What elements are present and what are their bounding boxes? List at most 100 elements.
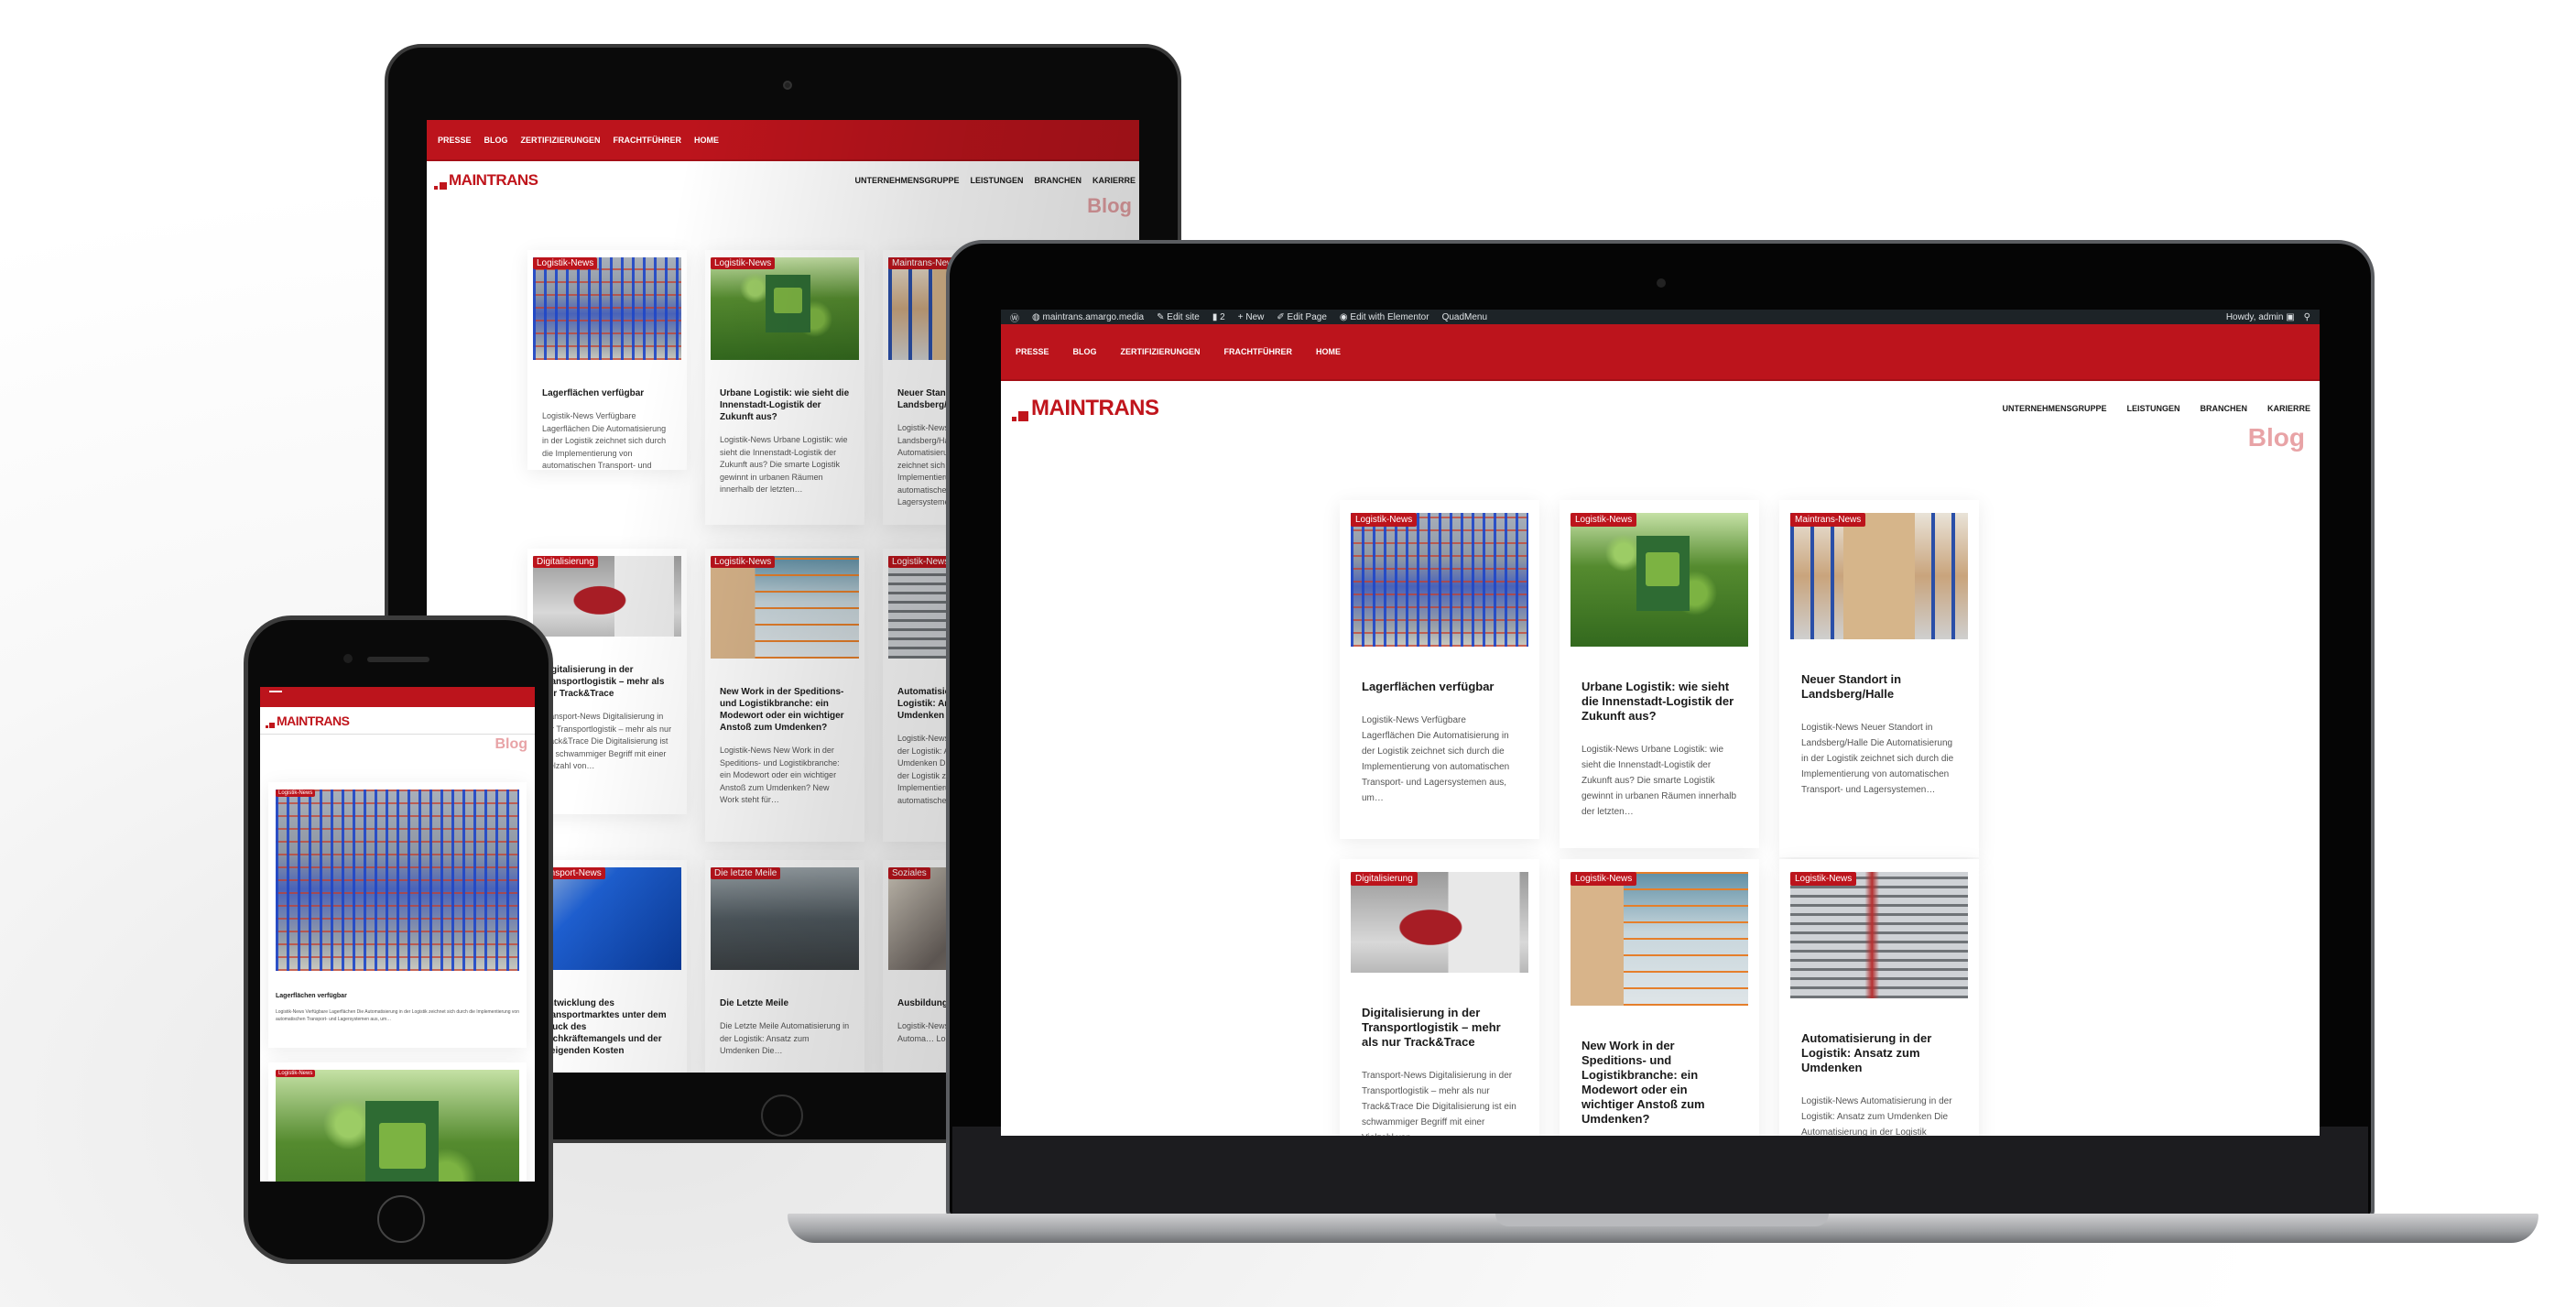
category-badge[interactable]: Digitalisierung [1351, 872, 1418, 886]
post-card[interactable]: Logistik-News Lagerflächen verfügbar Log… [268, 782, 527, 1048]
top-nav-home[interactable]: HOME [694, 136, 719, 145]
category-badge[interactable]: Logistik-News [1571, 513, 1637, 527]
main-nav-karierre[interactable]: KARIERRE [1092, 176, 1136, 185]
category-badge[interactable]: Logistik-News [276, 1070, 316, 1077]
speaker-grille [367, 657, 429, 662]
top-nav [260, 687, 535, 707]
post-title[interactable]: Urbane Logistik: wie sieht die Innenstad… [1560, 680, 1759, 724]
post-title[interactable]: Automatisierung in der Logistik: Ansatz … [1779, 1031, 1979, 1075]
post-card[interactable]: Logistik-News Automatisierung in der Log… [1779, 859, 1979, 1136]
camera-icon [783, 81, 792, 90]
post-title[interactable]: New Work in der Speditions- und Logistik… [1560, 1039, 1759, 1127]
camera-icon [1657, 278, 1666, 288]
avatar-icon: ▣ [2286, 311, 2295, 322]
post-excerpt: Logistik-News Automatisierung in der Log… [1801, 1096, 1952, 1136]
logo[interactable]: MAINTRANS [266, 713, 350, 728]
post-excerpt: Transport-News Digitalisierung in der Tr… [1362, 1071, 1516, 1136]
menu-icon[interactable] [269, 691, 282, 692]
main-nav-branchen[interactable]: BRANCHEN [1034, 176, 1081, 185]
post-title[interactable]: Urbane Logistik: wie sieht die Innenstad… [705, 387, 864, 423]
post-card[interactable]: Logistik-News Urbane Logistik: wie sieht… [1560, 500, 1759, 848]
category-badge[interactable]: Logistik-News [1571, 872, 1637, 886]
truck-icon [365, 1100, 440, 1182]
post-card[interactable]: Logistik-News Urbane Logistik: wie sieht… [705, 250, 864, 525]
admin-edit-elementor[interactable]: ◉ Edit with Elementor [1340, 312, 1429, 322]
post-image: Maintrans-News [1790, 513, 1968, 639]
post-excerpt: Logistik-News Verfügbare Lagerflächen Di… [542, 411, 667, 470]
post-image: Logistik-News [1571, 513, 1748, 647]
admin-edit-site[interactable]: ✎ Edit site [1157, 312, 1200, 322]
post-card[interactable]: Logistik-News Lagerflächen verfügbar Log… [1340, 500, 1539, 839]
category-badge[interactable]: Logistik-News [1790, 872, 1857, 886]
top-nav-presse[interactable]: PRESSE [438, 136, 472, 145]
post-excerpt: Logistik-News Neuer Standort in Landsber… [1801, 723, 1954, 795]
search-icon[interactable]: ⚲ [2304, 312, 2310, 322]
admin-new[interactable]: + New [1238, 312, 1265, 322]
post-card[interactable]: Logistik-News [268, 1062, 527, 1182]
post-card[interactable]: Die letzte Meile Die Letzte Meile Die Le… [705, 860, 864, 1073]
page-title: Blog [1087, 194, 1132, 217]
main-nav-karierre[interactable]: KARIERRE [2267, 404, 2310, 413]
post-title[interactable]: Lagerflächen verfügbar [1340, 680, 1539, 694]
logo[interactable]: MAINTRANS [434, 171, 538, 190]
category-badge[interactable]: Die letzte Meile [711, 867, 781, 879]
post-image: Logistik-News [1790, 872, 1968, 998]
category-badge[interactable]: Logistik-News [1351, 513, 1418, 527]
category-badge[interactable]: Digitalisierung [533, 556, 598, 568]
post-image: Logistik-News [711, 556, 859, 659]
post-card[interactable]: Digitalisierung Digitalisierung in der T… [1340, 859, 1539, 1136]
post-title[interactable]: Digitalisierung in der Transportlogistik… [1340, 1006, 1539, 1050]
post-card[interactable]: Logistik-News New Work in der Speditions… [705, 549, 864, 842]
post-excerpt: Logistik-News New Work in der Speditions… [720, 746, 840, 804]
logo-mark-icon [1012, 417, 1016, 421]
category-badge[interactable]: Logistik-News [711, 257, 776, 269]
main-nav-unternehmensgruppe[interactable]: UNTERNEHMENSGRUPPE [854, 176, 959, 185]
post-title[interactable]: Die Letzte Meile [705, 997, 864, 1009]
category-badge[interactable]: Logistik-News [533, 257, 598, 269]
main-nav-leistungen[interactable]: LEISTUNGEN [970, 176, 1023, 185]
main-nav-branchen[interactable]: BRANCHEN [2200, 404, 2247, 413]
top-nav-home[interactable]: HOME [1316, 347, 1341, 356]
top-nav-blog[interactable]: BLOG [1073, 347, 1097, 356]
phone-screen: MAINTRANS Blog Logistik-News Lagerfläche… [260, 687, 535, 1182]
admin-comments[interactable]: ▮ 2 [1212, 312, 1225, 322]
site-header: MAINTRANS [260, 707, 535, 735]
post-title[interactable]: Lagerflächen verfügbar [268, 993, 527, 999]
truck-icon [1636, 535, 1690, 611]
post-image: Logistik-News [1571, 872, 1748, 1006]
top-nav: PRESSE BLOG ZERTIFIZIERUNGEN FRACHTFÜHRE… [1001, 324, 2320, 381]
post-excerpt: Die Letzte Meile Automatisierung in der … [720, 1021, 850, 1055]
dashboard-icon: ◍ [1032, 311, 1043, 322]
post-title[interactable]: New Work in der Speditions- und Logistik… [705, 686, 864, 734]
admin-edit-page[interactable]: ✐ Edit Page [1277, 312, 1327, 322]
post-card[interactable]: Logistik-News Lagerflächen verfügbar Log… [527, 250, 687, 470]
post-card[interactable]: Logistik-News New Work in der Speditions… [1560, 859, 1759, 1136]
top-nav-presse[interactable]: PRESSE [1016, 347, 1049, 356]
category-badge[interactable]: Logistik-News [888, 556, 953, 568]
admin-account[interactable]: Howdy, admin ▣ [2226, 312, 2295, 322]
wordpress-icon[interactable]: Ⓦ [1010, 310, 1019, 324]
top-nav-zertifizierungen[interactable]: ZERTIFIZIERUNGEN [521, 136, 601, 145]
comment-icon: ▮ [1212, 311, 1221, 322]
admin-site-link[interactable]: ◍ maintrans.amargo.media [1032, 312, 1144, 322]
top-nav-zertifizierungen[interactable]: ZERTIFIZIERUNGEN [1121, 347, 1201, 356]
category-badge[interactable]: Maintrans-News [1790, 513, 1866, 527]
main-nav-leistungen[interactable]: LEISTUNGEN [2126, 404, 2179, 413]
category-badge[interactable]: Logistik-News [276, 790, 316, 797]
post-title[interactable]: Lagerflächen verfügbar [527, 387, 687, 399]
camera-icon [343, 654, 353, 663]
top-nav-blog[interactable]: BLOG [484, 136, 508, 145]
main-nav: UNTERNEHMENSGRUPPE LEISTUNGEN BRANCHEN K… [2002, 404, 2310, 413]
top-nav-frachtfuehrer[interactable]: FRACHTFÜHRER [1224, 347, 1293, 356]
top-nav-frachtfuehrer[interactable]: FRACHTFÜHRER [614, 136, 682, 145]
logo[interactable]: MAINTRANS [1012, 396, 1159, 421]
post-title[interactable]: Neuer Standort in Landsberg/Halle [1779, 672, 1979, 702]
category-badge[interactable]: Logistik-News [711, 556, 776, 568]
main-nav-unternehmensgruppe[interactable]: UNTERNEHMENSGRUPPE [2002, 404, 2106, 413]
post-image: Digitalisierung [1351, 872, 1528, 973]
post-card[interactable]: Maintrans-News Neuer Standort in Landsbe… [1779, 500, 1979, 857]
category-badge[interactable]: Soziales [888, 867, 930, 879]
admin-quadmenu[interactable]: QuadMenu [1442, 312, 1487, 322]
post-image: Logistik-News [276, 1070, 519, 1182]
logo-mark-icon [440, 182, 447, 190]
